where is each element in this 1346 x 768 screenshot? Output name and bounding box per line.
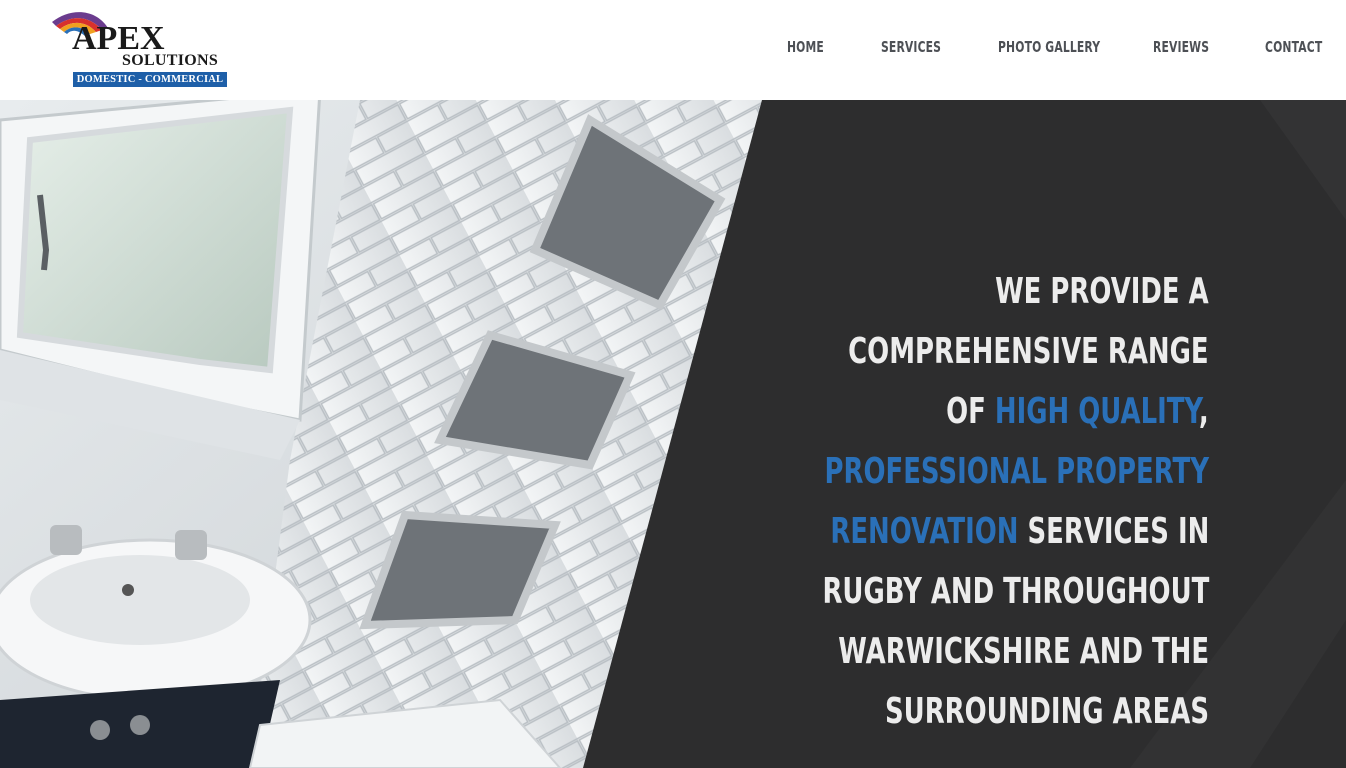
hero-line-2: COMPREHENSIVE RANGE [848,331,1209,372]
nav-contact[interactable]: CONTACT [1265,38,1322,56]
hero-line-3a: OF [946,391,996,432]
nav-photo-gallery[interactable]: PHOTO GALLERY [998,38,1100,56]
hero-highlight-professional-property: PROFESSIONAL PROPERTY [824,451,1209,492]
logo-tagline: DOMESTIC - COMMERCIAL [73,72,227,87]
nav-services[interactable]: SERVICES [881,38,941,56]
hero-highlight-renovation: RENOVATION [830,511,1019,552]
hero-line-8: SURROUNDING AREAS [884,691,1209,732]
hero-section: WE PROVIDE A COMPREHENSIVE RANGE OF HIGH… [0,100,1346,768]
hero-highlight-high-quality: HIGH QUALITY [995,391,1200,432]
hero-line-1: WE PROVIDE A [995,271,1209,312]
hero-line-6: RUGBY AND THROUGHOUT [822,571,1209,612]
hero-line-5b: SERVICES IN [1018,511,1209,552]
hero-headline: WE PROVIDE A COMPREHENSIVE RANGE OF HIGH… [589,262,1209,742]
main-nav: HOME SERVICES PHOTO GALLERY REVIEWS CONT… [0,38,1346,62]
nav-reviews[interactable]: REVIEWS [1153,38,1209,56]
site-header: APEX SOLUTIONS DOMESTIC - COMMERCIAL HOM… [0,0,1346,100]
hero-line-3c: , [1199,391,1209,432]
nav-home[interactable]: HOME [787,38,824,56]
hero-line-7: WARWICKSHIRE AND THE [838,631,1209,672]
